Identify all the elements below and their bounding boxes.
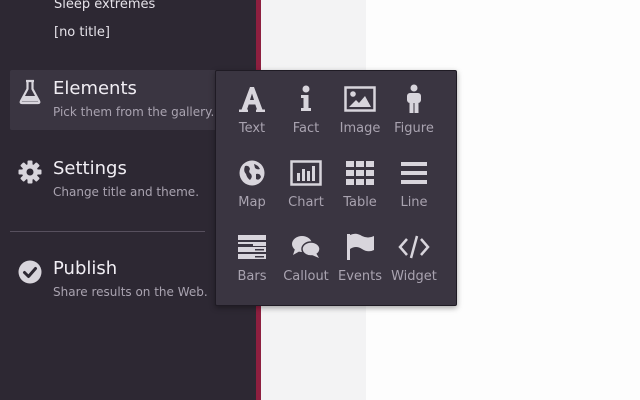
gallery-item-label: Text (238, 121, 266, 136)
gallery-item-label: Callout (283, 269, 329, 284)
gallery-item-line[interactable]: Line (387, 157, 441, 231)
bars-icon (235, 231, 269, 263)
gallery-item-label: Line (400, 195, 428, 210)
gallery-item-label: Map (238, 195, 266, 210)
nav-title: Publish (53, 258, 118, 279)
flag-icon (343, 231, 377, 263)
nav-title: Settings (53, 158, 127, 179)
nav-item-elements[interactable]: Elements Pick them from the gallery. (10, 70, 222, 130)
text-icon (235, 83, 269, 115)
gallery-item-label: Chart (288, 195, 324, 210)
nav-description: Pick them from the gallery. (53, 105, 215, 119)
globe-icon (235, 157, 269, 189)
check-circle-icon (16, 258, 44, 286)
gallery-item-label: Bars (237, 269, 267, 284)
gear-icon (16, 158, 44, 186)
sidebar-divider (10, 231, 205, 232)
lines-icon (397, 157, 431, 189)
elements-grid: Text Fact Image Figure Map Chart Table L… (225, 83, 441, 305)
table-icon (343, 157, 377, 189)
gallery-item-bars[interactable]: Bars (225, 231, 279, 305)
image-icon (343, 83, 377, 115)
gallery-item-chart[interactable]: Chart (279, 157, 333, 231)
gallery-item-map[interactable]: Map (225, 157, 279, 231)
bar-chart-icon (289, 157, 323, 189)
info-icon (289, 83, 323, 115)
figure-icon (397, 83, 431, 115)
gallery-item-fact[interactable]: Fact (279, 83, 333, 157)
gallery-item-text[interactable]: Text (225, 83, 279, 157)
gallery-item-label: Widget (391, 269, 437, 284)
gallery-item-label: Image (339, 121, 381, 136)
flask-icon (16, 78, 44, 106)
gallery-item-table[interactable]: Table (333, 157, 387, 231)
gallery-item-widget[interactable]: Widget (387, 231, 441, 305)
nav-title: Elements (53, 78, 137, 99)
gallery-item-label: Figure (394, 121, 434, 136)
story-item[interactable]: [no title] (54, 25, 110, 40)
gallery-item-callout[interactable]: Callout (279, 231, 333, 305)
gallery-item-image[interactable]: Image (333, 83, 387, 157)
code-icon (397, 231, 431, 263)
nav-description: Share results on the Web. (53, 285, 208, 299)
nav-item-settings[interactable]: Settings Change title and theme. (10, 150, 222, 210)
speech-bubbles-icon (289, 231, 323, 263)
gallery-item-label: Fact (292, 121, 320, 136)
elements-gallery-popup: Text Fact Image Figure Map Chart Table L… (215, 70, 457, 306)
story-item[interactable]: Sleep extremes (54, 0, 155, 12)
gallery-item-label: Events (337, 269, 382, 284)
gallery-item-events[interactable]: Events (333, 231, 387, 305)
gallery-item-figure[interactable]: Figure (387, 83, 441, 157)
nav-description: Change title and theme. (53, 185, 200, 199)
gallery-item-label: Table (343, 195, 377, 210)
nav-item-publish[interactable]: Publish Share results on the Web. (10, 250, 222, 310)
